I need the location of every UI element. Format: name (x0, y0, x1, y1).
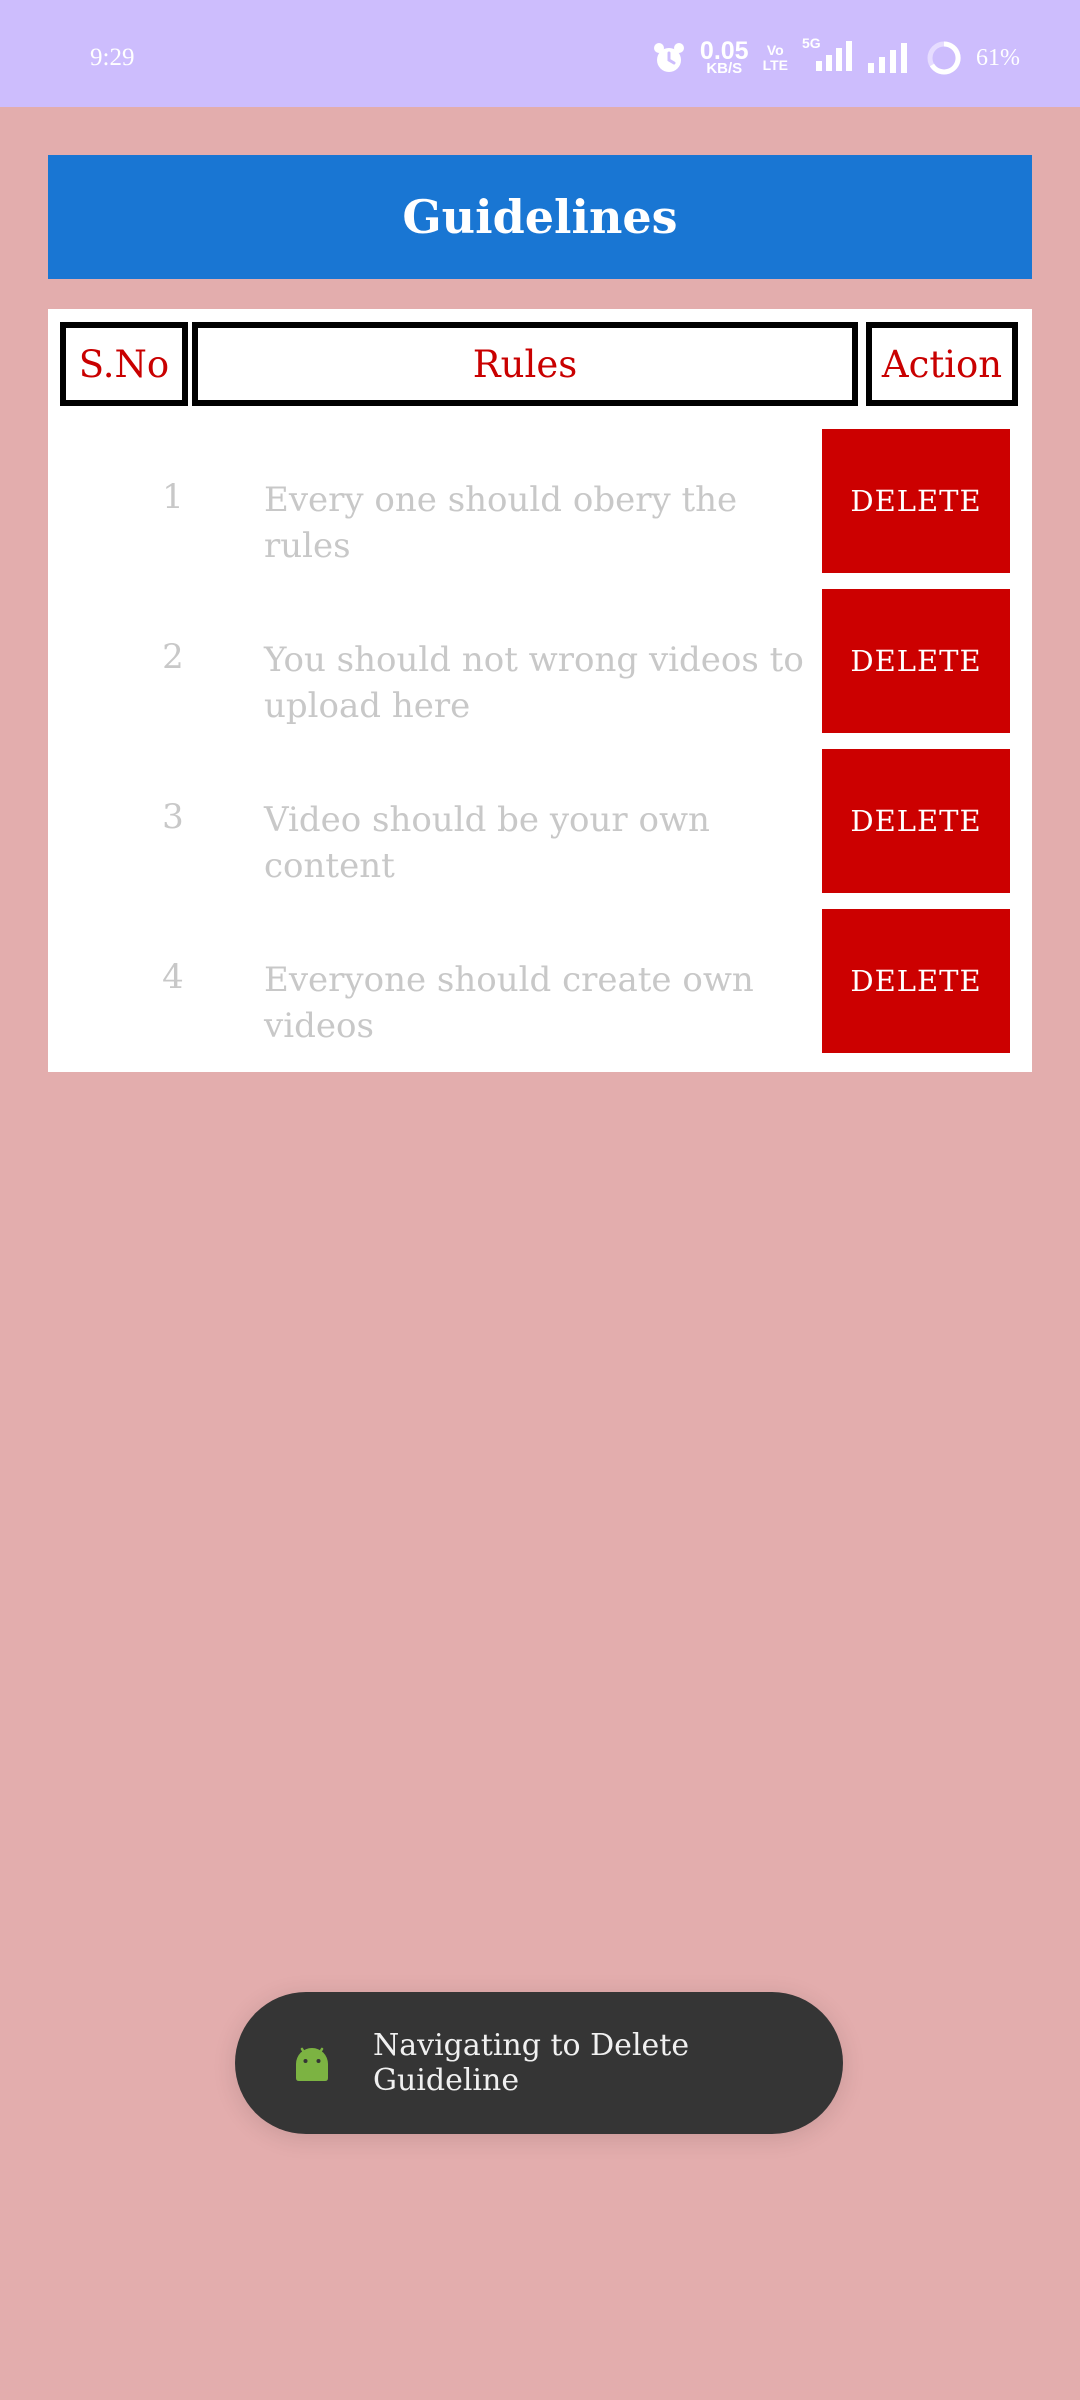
row-number: 1 (162, 477, 184, 517)
page-title-bar: Guidelines (48, 155, 1032, 279)
status-time: 9:29 (90, 44, 135, 71)
volte-label-top: Vo (766, 42, 784, 58)
rule-text: Everyone should create own videos (264, 960, 754, 1046)
alarm-icon (653, 43, 684, 72)
column-header-rules: Rules (192, 322, 858, 406)
status-icons: 0.05 KB/S Vo LTE 5G 61% (652, 35, 1020, 78)
table-row: 2 You should not wrong videos to upload … (48, 589, 1032, 733)
rule-text: Video should be your own content (264, 800, 710, 886)
toast-notification: Navigating to Delete Guideline (235, 1992, 843, 2134)
android-icon (296, 2047, 328, 2081)
status-bar: 9:29 0.05 KB/S Vo LTE 5G 61% (0, 0, 1080, 107)
net-speed-value: 0.05 (699, 36, 749, 65)
network-type-label: 5G (802, 34, 821, 51)
delete-button[interactable]: DELETE (822, 429, 1010, 573)
signal-5g-icon: 5G (802, 35, 852, 78)
column-header-action-label: Action (881, 342, 1003, 386)
battery-ring-icon (927, 41, 961, 75)
column-header-sno-label: S.No (78, 342, 170, 386)
net-speed: 0.05 KB/S (699, 36, 749, 77)
table-row: 1 Every one should obery the rules DELET… (48, 429, 1032, 573)
table-row: 3 Video should be your own content DELET… (48, 749, 1032, 893)
battery-percent: 61% (976, 44, 1020, 71)
delete-button[interactable]: DELETE (822, 589, 1010, 733)
volte-icon: Vo LTE (763, 43, 788, 73)
net-speed-unit: KB/S (706, 59, 743, 77)
rule-text: Every one should obery the rules (264, 480, 738, 566)
table-row: 4 Everyone should create own videos DELE… (48, 909, 1032, 1053)
delete-button[interactable]: DELETE (822, 909, 1010, 1053)
toast-message: Navigating to Delete Guideline (373, 2028, 690, 2098)
guidelines-table: S.No Rules Action 1 Every one should obe… (48, 309, 1032, 1072)
signal-bars-2-icon (868, 43, 907, 73)
volte-label-bottom: LTE (762, 57, 788, 73)
row-number: 4 (162, 957, 184, 997)
column-header-rules-label: Rules (472, 342, 578, 386)
page-title: Guidelines (402, 190, 678, 244)
column-header-action: Action (866, 322, 1018, 406)
row-number: 2 (162, 637, 184, 677)
row-number: 3 (162, 797, 184, 837)
rule-text: You should not wrong videos to upload he… (264, 640, 804, 726)
delete-button[interactable]: DELETE (822, 749, 1010, 893)
column-header-sno: S.No (60, 322, 188, 406)
